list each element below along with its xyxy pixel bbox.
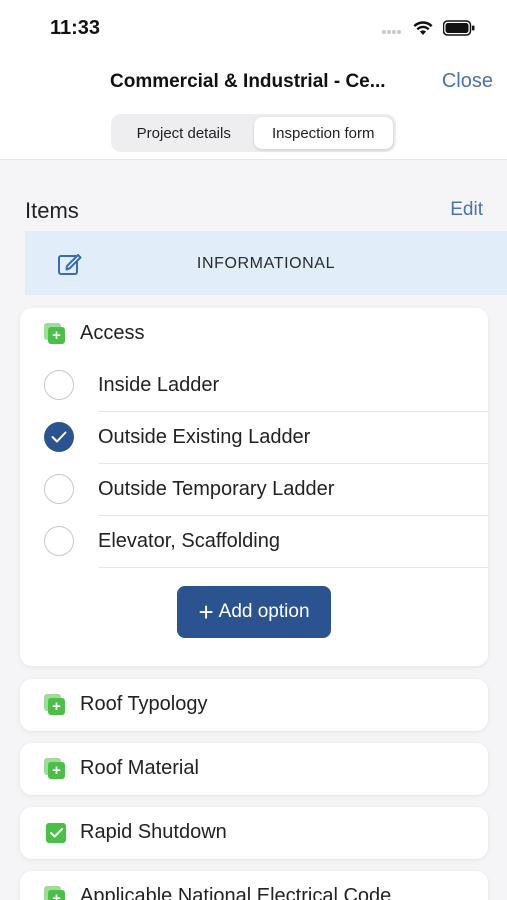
add-option-button[interactable]: + Add option: [177, 586, 331, 638]
main-content: Items Edit INFORMATIONAL + Access Inside…: [0, 160, 507, 900]
status-bar: 11:33: [0, 0, 507, 58]
close-button[interactable]: Close: [442, 70, 493, 93]
section-card-rapid-shutdown[interactable]: Rapid Shutdown: [20, 807, 488, 859]
add-square-icon: +: [44, 757, 66, 780]
section-header: + Roof Typology: [44, 693, 208, 716]
page-title: Commercial & Industrial - Ce...: [110, 71, 386, 92]
divider: [98, 567, 488, 568]
cellular-signal-icon: [381, 22, 403, 40]
option-elevator-scaffolding[interactable]: Elevator, Scaffolding: [44, 515, 488, 567]
battery-icon: [442, 20, 475, 41]
radio-unchecked-icon[interactable]: [44, 474, 74, 504]
radio-unchecked-icon[interactable]: [44, 526, 74, 556]
status-icons: [381, 20, 475, 41]
option-inside-ladder[interactable]: Inside Ladder: [44, 359, 488, 411]
radio-checked-icon[interactable]: [44, 422, 74, 452]
plus-icon: +: [198, 597, 214, 627]
access-card: + Access Inside Ladder Outside Existing …: [20, 308, 488, 666]
tab-project-details[interactable]: Project details: [114, 117, 254, 149]
access-header[interactable]: + Access: [44, 322, 144, 345]
option-outside-temporary-ladder[interactable]: Outside Temporary Ladder: [44, 463, 488, 515]
option-label: Outside Temporary Ladder: [98, 477, 335, 500]
informational-banner: INFORMATIONAL: [25, 231, 507, 295]
section-header: + Applicable National Electrical Code: [44, 885, 391, 900]
add-square-icon: +: [44, 693, 66, 716]
tab-switcher: Project details Inspection form: [111, 114, 396, 152]
section-title: Roof Typology: [80, 693, 208, 715]
checkbox-checked-icon: [46, 822, 66, 843]
option-label: Inside Ladder: [98, 373, 220, 396]
option-outside-existing-ladder[interactable]: Outside Existing Ladder: [44, 411, 488, 463]
section-title: Applicable National Electrical Code: [80, 885, 392, 900]
edit-button[interactable]: Edit: [450, 199, 483, 221]
status-time: 11:33: [50, 17, 101, 39]
items-heading: Items: [25, 198, 79, 223]
option-label: Elevator, Scaffolding: [98, 529, 280, 552]
section-header: + Roof Material: [44, 757, 199, 780]
access-title: Access: [80, 322, 145, 344]
section-title: Roof Material: [80, 757, 199, 779]
section-header: Rapid Shutdown: [46, 821, 227, 844]
add-option-label: Add option: [218, 601, 310, 622]
option-label: Outside Existing Ladder: [98, 425, 311, 448]
section-card-applicable-nec[interactable]: + Applicable National Electrical Code: [20, 871, 488, 900]
tab-inspection-form[interactable]: Inspection form: [253, 117, 393, 149]
section-title: Rapid Shutdown: [80, 821, 227, 843]
wifi-icon: [413, 20, 433, 41]
section-card-roof-typology[interactable]: + Roof Typology: [20, 679, 488, 731]
section-card-roof-material[interactable]: + Roof Material: [20, 743, 488, 795]
informational-label: INFORMATIONAL: [196, 255, 336, 272]
add-square-icon: +: [44, 322, 66, 345]
add-square-icon: +: [44, 885, 66, 900]
radio-unchecked-icon[interactable]: [44, 370, 74, 400]
navigation-header: Commercial & Industrial - Ce... Close Pr…: [0, 58, 507, 160]
